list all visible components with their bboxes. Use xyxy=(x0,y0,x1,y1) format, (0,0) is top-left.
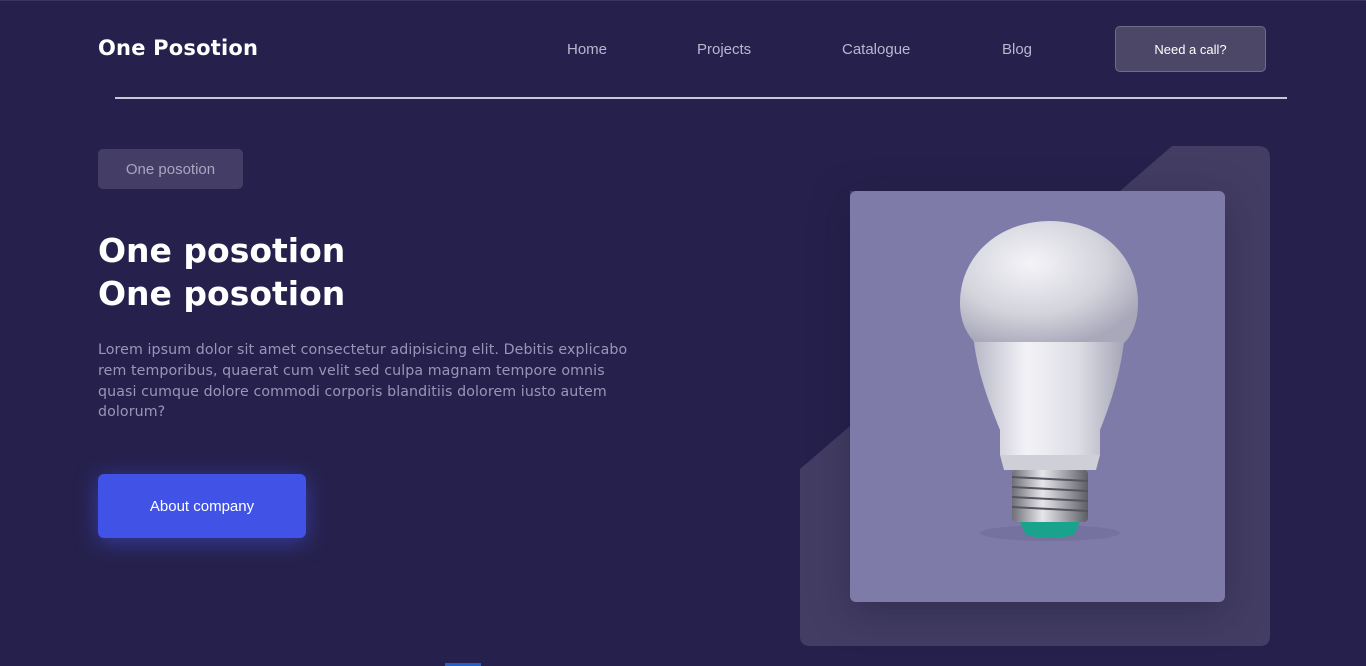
hero-description: Lorem ipsum dolor sit amet consectetur a… xyxy=(98,342,628,421)
nav-blog[interactable]: Blog xyxy=(1002,41,1032,58)
light-bulb-icon xyxy=(960,221,1138,541)
hero-title-line-2: One posotion xyxy=(98,274,346,313)
site-logo[interactable]: One Posotion xyxy=(98,36,258,60)
nav-projects[interactable]: Projects xyxy=(697,41,751,58)
nav-home[interactable]: Home xyxy=(567,41,607,58)
landing-page: One Posotion Home Projects Catalogue Blo… xyxy=(0,0,1366,666)
hero-title-line-1: One posotion xyxy=(98,231,346,270)
hero-title: One posotion One posotion xyxy=(98,229,345,315)
need-a-call-button[interactable]: Need a call? xyxy=(1115,26,1266,72)
hero-badge: One posotion xyxy=(98,149,243,189)
top-border xyxy=(0,0,1366,1)
about-company-button[interactable]: About company xyxy=(98,474,306,538)
nav-catalogue[interactable]: Catalogue xyxy=(842,41,910,58)
header-divider xyxy=(115,97,1287,99)
